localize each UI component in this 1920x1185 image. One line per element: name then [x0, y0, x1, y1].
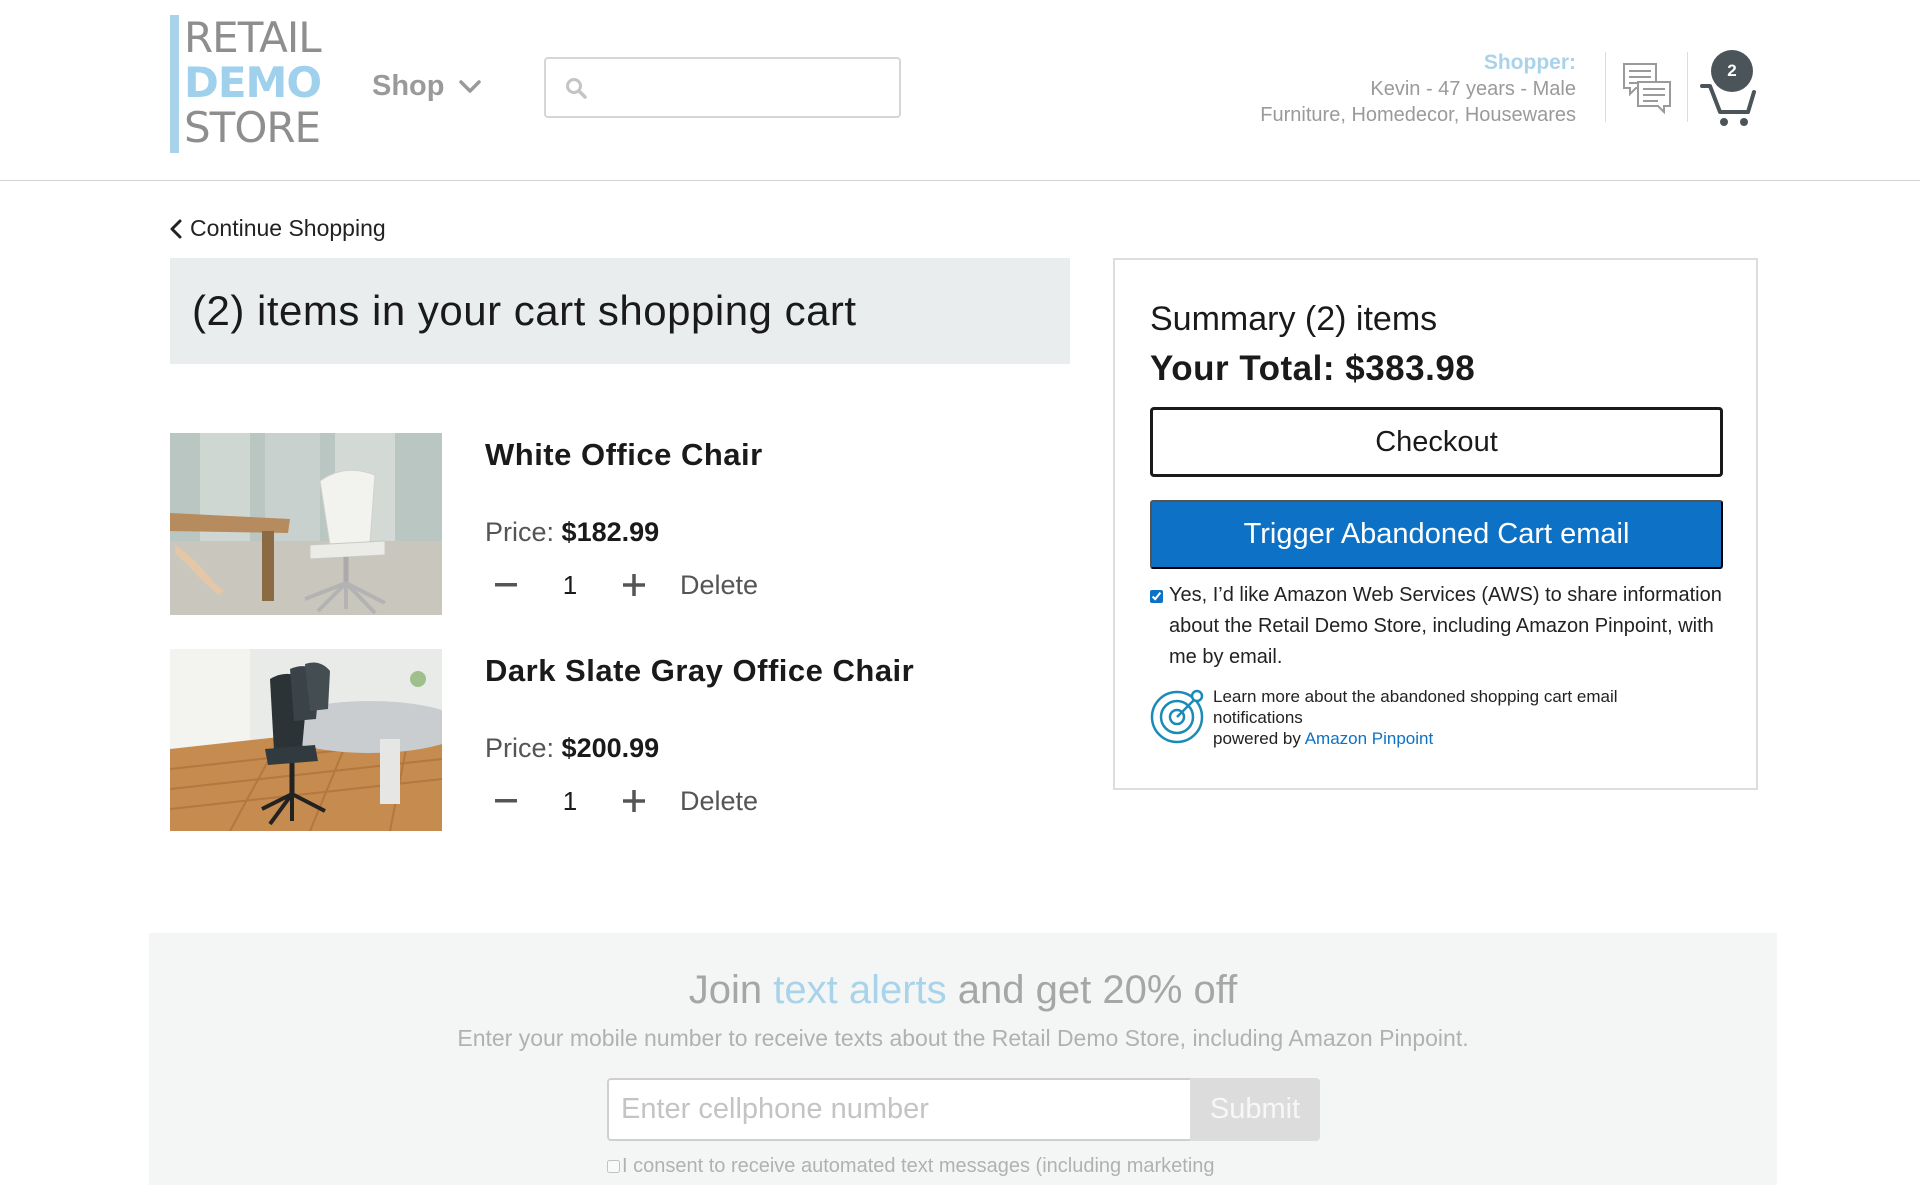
- amazon-pinpoint-link[interactable]: Amazon Pinpoint: [1305, 729, 1434, 748]
- price-label: Price:: [485, 517, 555, 547]
- submit-button[interactable]: Submit: [1190, 1078, 1320, 1141]
- logo-bar: [170, 15, 179, 153]
- sms-consent: I consent to receive automated text mess…: [607, 1155, 1215, 1178]
- header-divider: [1605, 52, 1606, 122]
- minus-icon: [495, 583, 517, 587]
- search-box[interactable]: [544, 57, 901, 118]
- product-image-white-office-chair[interactable]: [170, 433, 442, 615]
- product-price: Price: $182.99: [485, 517, 659, 548]
- shopper-label: Shopper:: [1483, 51, 1576, 74]
- chat-icon[interactable]: [1622, 62, 1672, 114]
- pinpoint-info: Learn more about the abandoned shopping …: [1150, 686, 1710, 749]
- decrease-quantity-button[interactable]: [488, 783, 524, 819]
- quantity-value: 1: [562, 569, 578, 600]
- cart-count-badge: 2: [1711, 50, 1753, 92]
- chevron-down-icon: [458, 79, 481, 93]
- delete-item-button[interactable]: Delete: [680, 570, 758, 601]
- cart-item: Dark Slate Gray Office Chair Price: $200…: [170, 649, 930, 831]
- logo-line-store: STORE: [184, 103, 321, 152]
- minus-icon: [495, 799, 517, 803]
- product-name[interactable]: White Office Chair: [485, 437, 763, 473]
- logo-text: RETAIL DEMO STORE: [184, 13, 322, 155]
- trigger-abandoned-cart-email-button[interactable]: Trigger Abandoned Cart email: [1150, 500, 1723, 569]
- text-alerts-subtitle: Enter your mobile number to receive text…: [457, 1025, 1469, 1051]
- sms-consent-checkbox[interactable]: [607, 1160, 620, 1173]
- decrease-quantity-button[interactable]: [488, 567, 524, 603]
- continue-shopping-label: Continue Shopping: [190, 215, 386, 241]
- logo-line-demo: DEMO: [184, 58, 322, 107]
- search-icon: [566, 77, 587, 99]
- increase-quantity-button[interactable]: [616, 783, 652, 819]
- price-value: $182.99: [561, 517, 660, 547]
- increase-quantity-button[interactable]: [616, 567, 652, 603]
- order-summary-panel: Summary (2) items Your Total: $383.98 Ch…: [1113, 258, 1758, 790]
- cellphone-input[interactable]: [607, 1078, 1190, 1141]
- quantity-value: 1: [562, 785, 578, 816]
- plus-icon: [623, 790, 645, 812]
- powered-by-label: powered by: [1213, 729, 1301, 748]
- join-accent: text alerts: [773, 968, 947, 1012]
- email-consent: Yes, I’d like Amazon Web Services (AWS) …: [1150, 580, 1730, 673]
- delete-item-button[interactable]: Delete: [680, 786, 758, 817]
- site-header: RETAIL DEMO STORE Shop Shopper: Kevin - …: [0, 0, 1920, 181]
- join-prefix: Join: [688, 968, 763, 1012]
- summary-total: Your Total: $383.98: [1150, 349, 1476, 388]
- logo-line-retail: RETAIL: [184, 13, 322, 62]
- price-value: $200.99: [561, 733, 660, 763]
- shopper-info[interactable]: Shopper: Kevin - 47 years - Male Furnitu…: [1260, 50, 1576, 128]
- summary-item-count: Summary (2) items: [1150, 300, 1438, 338]
- plus-icon: [623, 574, 645, 596]
- product-name[interactable]: Dark Slate Gray Office Chair: [485, 653, 914, 689]
- shop-menu-label: Shop: [372, 70, 445, 102]
- checkout-button[interactable]: Checkout: [1150, 407, 1723, 477]
- phone-form: Submit: [607, 1078, 1320, 1141]
- shopper-profile: Kevin - 47 years - Male: [1370, 78, 1576, 100]
- email-consent-checkbox[interactable]: [1150, 590, 1163, 603]
- cart-button[interactable]: 2: [1700, 50, 1760, 126]
- email-consent-text: Yes, I’d like Amazon Web Services (AWS) …: [1169, 584, 1722, 668]
- header-divider: [1687, 52, 1688, 122]
- quantity-stepper: 1 Delete: [488, 783, 758, 819]
- store-logo[interactable]: RETAIL DEMO STORE: [170, 13, 322, 155]
- product-image-dark-slate-gray-office-chair[interactable]: [170, 649, 442, 831]
- text-alerts-section: Join text alerts and get 20% off Enter y…: [149, 933, 1777, 1185]
- price-label: Price:: [485, 733, 555, 763]
- search-input[interactable]: [598, 59, 899, 116]
- product-price: Price: $200.99: [485, 733, 659, 764]
- chevron-left-icon: [170, 219, 182, 238]
- shop-menu[interactable]: Shop: [372, 70, 481, 103]
- target-icon: [1150, 689, 1204, 744]
- continue-shopping-link[interactable]: Continue Shopping: [170, 215, 386, 242]
- join-suffix: and get 20% off: [957, 968, 1238, 1012]
- learn-more-text: Learn more about the abandoned shopping …: [1213, 687, 1618, 727]
- powered-by: powered by Amazon Pinpoint: [1213, 728, 1710, 749]
- text-alerts-heading: Join text alerts and get 20% off: [149, 968, 1777, 1013]
- sms-consent-text: I consent to receive automated text mess…: [622, 1155, 1215, 1177]
- cart-item: White Office Chair Price: $182.99 1 Dele…: [170, 433, 930, 615]
- quantity-stepper: 1 Delete: [488, 567, 758, 603]
- shopper-interests: Furniture, Homedecor, Housewares: [1260, 104, 1576, 126]
- pinpoint-text: Learn more about the abandoned shopping …: [1213, 686, 1710, 749]
- cart-title: (2) items in your cart shopping cart: [170, 258, 1070, 364]
